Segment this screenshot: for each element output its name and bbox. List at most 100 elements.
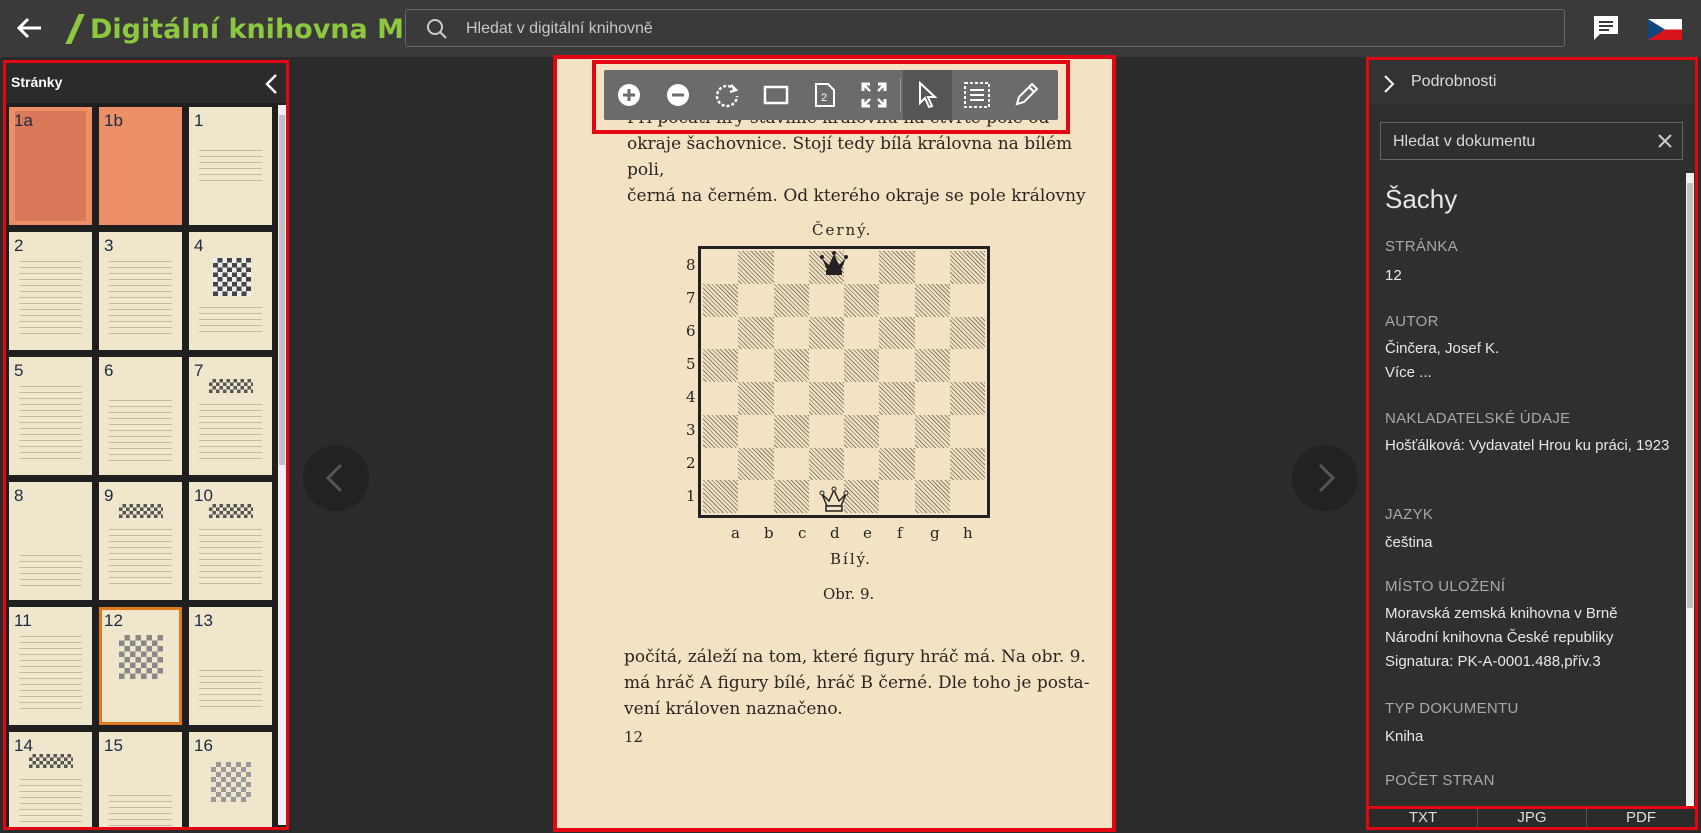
fullscreen-button[interactable]	[849, 70, 898, 120]
global-search[interactable]	[405, 9, 1565, 48]
chess-square	[949, 447, 985, 481]
logo[interactable]: Digitální knihovna MZK	[65, 14, 445, 45]
page-thumbnail[interactable]: 15	[99, 732, 182, 827]
annotate-button[interactable]	[1001, 70, 1050, 120]
chevron-right-icon[interactable]	[1383, 74, 1395, 99]
file-label: e	[863, 524, 872, 542]
publisher-field-label: NAKLADATELSKÉ ÚDAJE	[1385, 410, 1571, 427]
black-queen-icon	[819, 250, 849, 278]
page-field-label: STRÁNKA	[1385, 238, 1458, 255]
rotate-icon	[715, 84, 738, 108]
zoom-in-button[interactable]	[604, 70, 653, 120]
chess-square	[879, 382, 915, 415]
page-thumbnail[interactable]: 6	[99, 357, 182, 475]
collapse-panel-chevron-left-icon[interactable]	[264, 73, 278, 100]
thumbnail-label: 9	[104, 486, 114, 505]
page-thumbnail[interactable]: 4	[189, 232, 272, 350]
chess-square	[738, 283, 774, 317]
chess-square	[914, 251, 950, 284]
svg-text:2: 2	[821, 92, 827, 104]
chess-square	[879, 283, 915, 317]
page-thumbnail[interactable]: 8	[9, 482, 92, 600]
page-thumbnail-selected[interactable]: 12	[99, 607, 182, 725]
page-thumbnail[interactable]: 1	[189, 107, 272, 225]
download-txt-button[interactable]: TXT	[1369, 809, 1478, 827]
next-page-button[interactable]	[1292, 445, 1358, 511]
global-search-input[interactable]	[464, 10, 1548, 48]
chevron-right-icon	[1318, 463, 1336, 493]
pointer-tool-button[interactable]	[903, 70, 952, 120]
double-page-button[interactable]: 2	[800, 70, 849, 120]
pages-scrollbar[interactable]	[278, 105, 286, 825]
back-arrow-icon[interactable]	[14, 14, 46, 42]
chess-square	[808, 316, 844, 350]
thumbnail-label: 14	[14, 736, 33, 755]
page-thumbnail[interactable]: 16	[189, 732, 272, 827]
thumbnail-label: 8	[14, 486, 24, 505]
chess-square	[808, 349, 844, 382]
download-pdf-button[interactable]: PDF	[1587, 809, 1695, 827]
scrollbar-thumb[interactable]	[1687, 183, 1693, 608]
thumbnail-label: 16	[194, 736, 213, 755]
thumbnail-label: 11	[14, 611, 32, 630]
clear-search-icon[interactable]	[1657, 133, 1673, 154]
zoom-out-button[interactable]	[653, 70, 702, 120]
rank-label: 4	[686, 388, 696, 406]
chess-square	[738, 251, 774, 284]
previous-page-button[interactable]	[303, 445, 369, 511]
text-select-button[interactable]	[952, 70, 1001, 120]
page-thumbnail[interactable]: 10	[189, 482, 272, 600]
pages-panel-header: Stránky	[6, 63, 286, 103]
chess-square	[949, 349, 985, 382]
rotate-button[interactable]	[702, 70, 751, 120]
location-line: Signatura: PK-A-0001.488,přív.3	[1385, 653, 1601, 670]
chess-square	[738, 414, 774, 448]
fit-page-button[interactable]	[751, 70, 800, 120]
page-thumbnail[interactable]: 2	[9, 232, 92, 350]
file-label: h	[963, 524, 973, 542]
publisher-field-value: Hošťálková: Vydavatel Hrou ku práci, 192…	[1385, 437, 1670, 454]
rank-label: 7	[686, 289, 696, 307]
chess-square	[879, 447, 915, 481]
text-line: má hráč A figury bílé, hráč B černé. Dle…	[624, 673, 1090, 693]
page-thumbnail[interactable]: 1b	[99, 107, 182, 225]
page-thumbnail[interactable]: 1a	[9, 107, 92, 225]
chess-square	[773, 480, 809, 513]
thumbnail-label: 1a	[14, 111, 33, 130]
chess-square	[879, 480, 915, 513]
details-scrollbar[interactable]	[1686, 173, 1694, 808]
details-panel-title: Podrobnosti	[1411, 73, 1497, 90]
chess-square	[703, 480, 739, 513]
fullscreen-icon	[861, 82, 886, 108]
text-line: počítá, záleží na tom, které figury hráč…	[624, 647, 1086, 667]
page-thumbnail[interactable]: 7	[189, 357, 272, 475]
rank-label: 1	[686, 487, 696, 505]
text-select-icon	[963, 82, 990, 108]
download-jpg-button[interactable]: JPG	[1478, 809, 1587, 827]
document-search-input[interactable]	[1391, 123, 1645, 161]
details-panel-header[interactable]: Podrobnosti	[1369, 60, 1695, 104]
chess-square	[808, 382, 844, 415]
chess-square	[844, 447, 880, 481]
doctype-field-label: TYP DOKUMENTU	[1385, 700, 1519, 717]
chess-square	[949, 382, 985, 415]
page-thumbnail[interactable]: 14	[9, 732, 92, 827]
page-thumbnail[interactable]: 5	[9, 357, 92, 475]
scrollbar-thumb[interactable]	[279, 115, 285, 465]
author-more-link[interactable]: Více ...	[1385, 361, 1670, 385]
page-bottom-text: počítá, záleží na tom, které figury hráč…	[624, 644, 1089, 722]
page-thumbnail[interactable]: 9	[99, 482, 182, 600]
author-field-label: AUTOR	[1385, 313, 1439, 330]
fit-page-icon	[763, 85, 788, 105]
pages-panel-title: Stránky	[11, 74, 63, 90]
location-line: Moravská zemská knihovna v Brně	[1385, 605, 1618, 622]
chess-square	[844, 251, 880, 284]
page-thumbnail[interactable]: 3	[99, 232, 182, 350]
document-search[interactable]	[1380, 122, 1683, 161]
author-field-value[interactable]: Činčera, Josef K.	[1385, 337, 1670, 361]
feedback-chat-icon[interactable]	[1592, 14, 1620, 47]
chess-square	[808, 414, 844, 448]
page-thumbnail[interactable]: 13	[189, 607, 272, 725]
czech-flag-icon[interactable]	[1648, 19, 1682, 40]
page-thumbnail[interactable]: 11	[9, 607, 92, 725]
